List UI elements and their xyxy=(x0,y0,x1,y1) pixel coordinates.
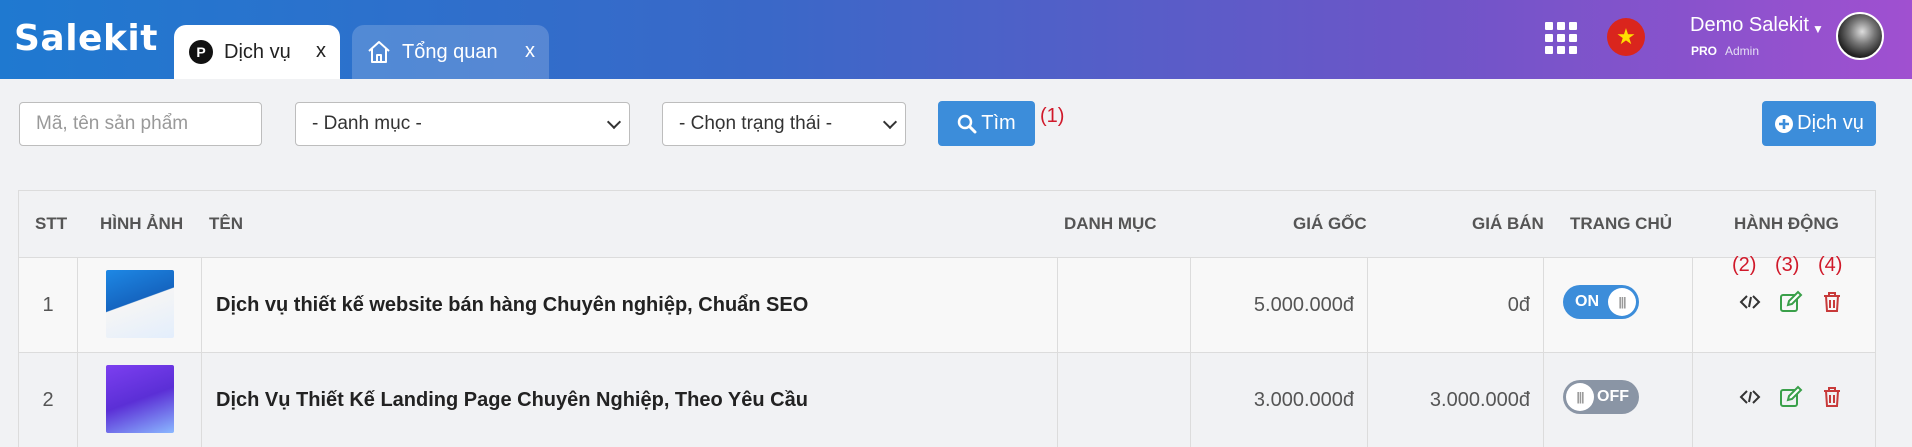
plus-circle-icon xyxy=(1775,114,1794,133)
apps-grid-icon[interactable] xyxy=(1545,22,1577,54)
original-price: 5.000.000đ xyxy=(1253,294,1354,316)
tab-label: Dịch vụ xyxy=(224,40,291,63)
annotation-2: (2) xyxy=(1732,254,1757,276)
table-row: 1 Dịch vụ thiết kế website bán hàng Chuy… xyxy=(19,254,1875,353)
tab-label: Tổng quan xyxy=(402,40,498,63)
search-button[interactable]: Tìm xyxy=(938,101,1035,146)
tab-tong-quan[interactable]: Tổng quan x xyxy=(352,25,549,79)
toggle-label: ON xyxy=(1575,293,1599,310)
category-select[interactable]: - Danh mục - xyxy=(295,102,630,146)
search-button-label: Tìm xyxy=(981,112,1016,134)
home-icon xyxy=(366,39,392,65)
vietnam-flag-icon[interactable]: ★ xyxy=(1607,18,1645,56)
search-input[interactable]: Mã, tên sản phẩm xyxy=(19,102,262,146)
salekit-logo[interactable]: Salekit xyxy=(14,18,158,59)
product-thumbnail[interactable] xyxy=(106,270,174,338)
chevron-down-icon xyxy=(606,114,622,129)
trash-icon[interactable] xyxy=(1820,290,1844,314)
add-service-button[interactable]: Dịch vụ xyxy=(1762,101,1876,146)
add-service-label: Dịch vụ xyxy=(1797,112,1864,134)
avatar[interactable] xyxy=(1836,12,1884,60)
sale-price: 0đ xyxy=(1507,294,1530,316)
col-stt: STT xyxy=(35,214,68,233)
sale-price: 3.000.000đ xyxy=(1429,389,1530,411)
homepage-toggle[interactable]: ||| OFF xyxy=(1563,380,1639,414)
table-row: 2 Dịch Vụ Thiết Kế Landing Page Chuyên N… xyxy=(19,352,1875,447)
annotation-1: (1) xyxy=(1040,105,1065,127)
code-icon[interactable] xyxy=(1738,290,1762,314)
toggle-knob-icon: ||| xyxy=(1566,383,1594,411)
status-select-value: - Chọn trạng thái - xyxy=(679,113,833,134)
col-original-price: GIÁ GỐC xyxy=(1293,214,1367,233)
annotation-4: (4) xyxy=(1818,254,1843,276)
col-actions: HÀNH ĐỘNG xyxy=(1734,214,1839,233)
product-thumbnail[interactable] xyxy=(106,365,174,433)
product-name[interactable]: Dịch vụ thiết kế website bán hàng Chuyên… xyxy=(216,258,808,353)
col-image: HÌNH ẢNH xyxy=(100,214,184,233)
chevron-down-icon xyxy=(882,114,898,129)
col-homepage: TRANG CHỦ xyxy=(1570,214,1672,233)
edit-icon[interactable] xyxy=(1779,385,1803,409)
col-category: DANH MỤC xyxy=(1064,214,1157,233)
tab-close-button[interactable]: x xyxy=(525,40,535,63)
p-circle-icon: P xyxy=(188,39,214,65)
code-icon[interactable] xyxy=(1738,385,1762,409)
homepage-toggle[interactable]: ON ||| xyxy=(1563,285,1639,319)
status-select[interactable]: - Chọn trạng thái - xyxy=(662,102,906,146)
tab-close-button[interactable]: x xyxy=(316,40,326,63)
original-price: 3.000.000đ xyxy=(1253,389,1354,411)
user-role: Admin xyxy=(1725,44,1760,58)
user-plan: PRO xyxy=(1691,44,1718,58)
user-name[interactable]: Demo Salekit xyxy=(1690,14,1809,37)
row-stt: 1 xyxy=(42,294,54,316)
toggle-knob-icon: ||| xyxy=(1608,288,1636,316)
search-icon xyxy=(958,114,977,133)
top-header: Salekit P Dịch vụ x Tổng quan x ★ Demo S… xyxy=(0,0,1912,79)
services-table: STT HÌNH ẢNH TÊN DANH MỤC GIÁ GỐC GIÁ BÁ… xyxy=(18,190,1876,447)
col-name: TÊN xyxy=(209,214,243,233)
category-select-value: - Danh mục - xyxy=(312,113,422,134)
caret-down-icon[interactable]: ▼ xyxy=(1812,22,1824,36)
product-name[interactable]: Dịch Vụ Thiết Kế Landing Page Chuyên Ngh… xyxy=(216,353,808,447)
edit-icon[interactable] xyxy=(1779,290,1803,314)
trash-icon[interactable] xyxy=(1820,385,1844,409)
toggle-label: OFF xyxy=(1597,388,1629,405)
row-stt: 2 xyxy=(42,389,54,411)
tab-dich-vu[interactable]: P Dịch vụ x xyxy=(174,25,340,79)
annotation-3: (3) xyxy=(1775,254,1800,276)
col-sale-price: GIÁ BÁN xyxy=(1472,214,1544,233)
